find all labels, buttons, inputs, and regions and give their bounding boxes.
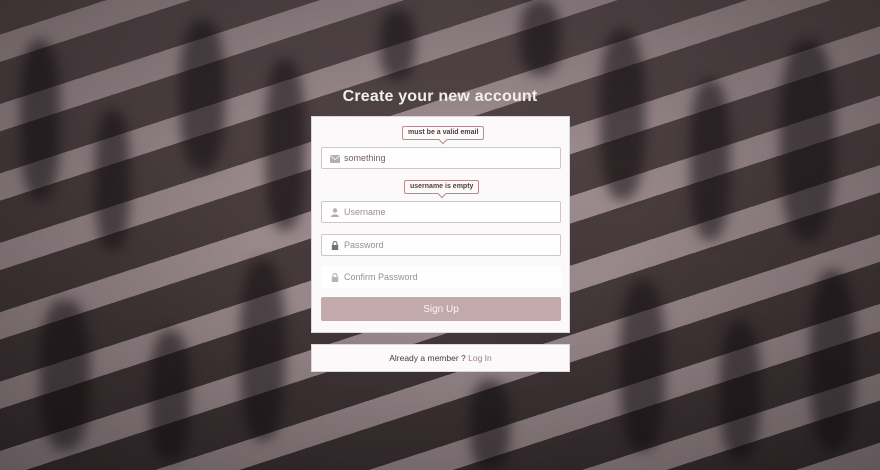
email-error-tooltip: must be a valid email	[402, 126, 485, 140]
password-field-wrapper	[321, 234, 561, 256]
user-icon	[330, 208, 340, 217]
email-input[interactable]	[344, 148, 554, 168]
sign-up-button[interactable]: Sign Up	[321, 297, 561, 321]
confirm-password-field-wrapper	[321, 266, 561, 288]
confirm-password-input[interactable]	[344, 267, 554, 287]
login-prompt-card: Already a member ? Log In	[311, 344, 570, 372]
envelope-icon	[330, 154, 340, 163]
log-in-link[interactable]: Log In	[468, 353, 492, 363]
username-error-tooltip: username is empty	[404, 180, 480, 194]
login-prompt-text: Already a member ?	[389, 353, 466, 363]
signup-card: must be a valid email username is empty	[311, 116, 570, 333]
page-title: Create your new account	[342, 88, 538, 105]
password-input[interactable]	[344, 235, 554, 255]
username-input[interactable]	[344, 202, 554, 222]
username-field-wrapper	[321, 201, 561, 223]
lock-icon	[330, 241, 340, 250]
lock-icon	[330, 273, 340, 282]
email-field-wrapper	[321, 147, 561, 169]
